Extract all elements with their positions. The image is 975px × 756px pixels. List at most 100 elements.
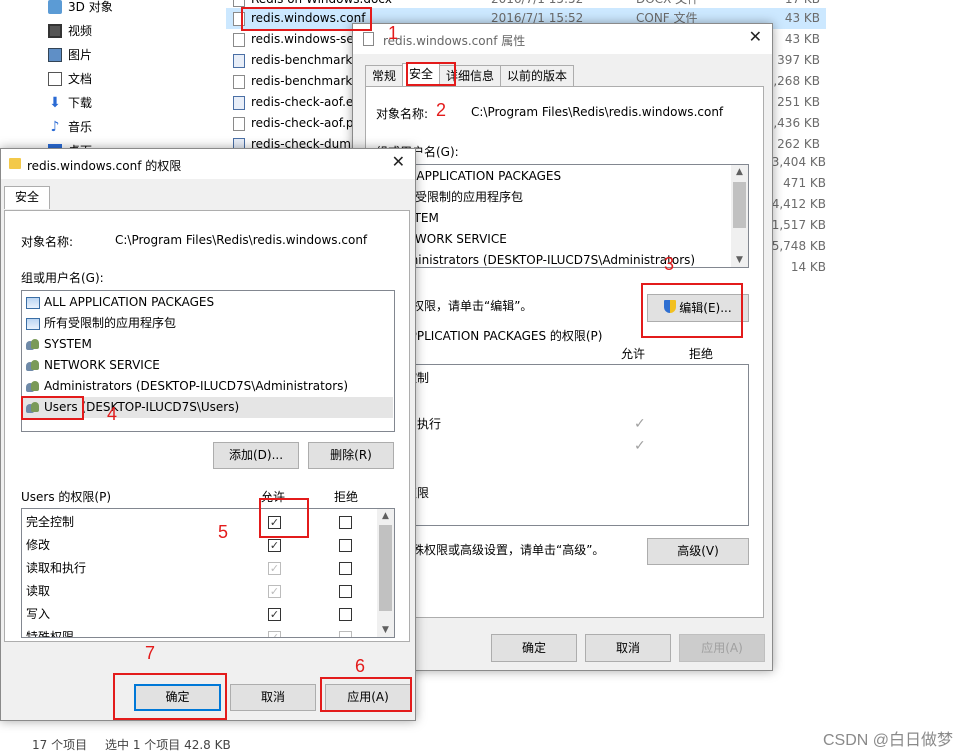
list-item: 修改 bbox=[26, 538, 51, 552]
cancel-button[interactable]: 取消 bbox=[585, 634, 671, 662]
deny-column: 拒绝 bbox=[689, 347, 714, 361]
file-icon bbox=[233, 75, 245, 89]
video-icon bbox=[48, 24, 62, 38]
document-icon bbox=[363, 32, 374, 46]
tab-security[interactable]: 安全 bbox=[4, 186, 51, 209]
annotation-number: 2 bbox=[436, 100, 447, 120]
tab-previous-versions[interactable]: 以前的版本 bbox=[500, 65, 575, 86]
allow-checkbox[interactable]: ✓ bbox=[268, 608, 281, 621]
apply-button[interactable]: 应用(A) bbox=[679, 634, 765, 662]
object-name-label: 对象名称: bbox=[376, 107, 429, 121]
permission-list[interactable]: 完全控制 修改 读取和执行 读取 写入 特殊权限 ✓ ✓ ✓ ✓ ✓ ✓ ▲ ▼ bbox=[21, 508, 395, 638]
ok-button[interactable]: 确定 bbox=[491, 634, 577, 662]
properties-titlebar: redis.windows.conf 属性 ✕ bbox=[353, 24, 772, 54]
file-icon bbox=[233, 0, 245, 7]
user-list[interactable]: ALL APPLICATION PACKAGES 所有受限制的应用程序包 SYS… bbox=[376, 164, 749, 268]
list-item: 特殊权限 bbox=[26, 630, 75, 638]
list-item: 读取 bbox=[26, 584, 51, 598]
permissions-title: redis.windows.conf 的权限 bbox=[27, 159, 182, 173]
file-icon bbox=[233, 33, 245, 47]
close-icon[interactable]: ✕ bbox=[392, 154, 405, 170]
permission-list: 完全控制 修改 读取和执行 读取 写入 特殊权限 ✓ ✓ bbox=[376, 364, 749, 526]
nav-item-documents[interactable]: 文档 bbox=[48, 68, 92, 90]
check-icon: ✓ bbox=[634, 438, 646, 454]
scroll-up-icon[interactable]: ▲ bbox=[377, 511, 394, 521]
list-item[interactable]: 所有受限制的应用程序包 bbox=[26, 313, 176, 334]
object-name-value: C:\Program Files\Redis\redis.windows.con… bbox=[471, 105, 724, 119]
annotation-number: 6 bbox=[355, 656, 366, 676]
permissions-titlebar: redis.windows.conf 的权限 ✕ bbox=[1, 149, 415, 179]
remove-button[interactable]: 删除(R) bbox=[308, 442, 394, 469]
package-icon bbox=[26, 317, 40, 330]
annotation-box-full-control bbox=[259, 498, 309, 538]
nav-item-pictures[interactable]: 图片 bbox=[48, 44, 92, 66]
security-panel: 对象名称: C:\Program Files\Redis\redis.windo… bbox=[365, 86, 764, 618]
allow-checkbox[interactable]: ✓ bbox=[268, 539, 281, 552]
allow-checkbox[interactable]: ✓ bbox=[268, 585, 281, 598]
annotation-box-apply bbox=[320, 677, 412, 712]
deny-checkbox[interactable] bbox=[339, 608, 352, 621]
users-icon bbox=[26, 338, 40, 351]
scroll-down-icon[interactable]: ▼ bbox=[731, 255, 748, 265]
scroll-down-icon[interactable]: ▼ bbox=[377, 625, 394, 635]
list-item: 读取和执行 bbox=[26, 561, 87, 575]
list-item: 完全控制 bbox=[26, 515, 75, 529]
file-icon bbox=[233, 117, 245, 131]
deny-checkbox[interactable] bbox=[339, 539, 352, 552]
exe-file-icon bbox=[233, 54, 245, 68]
annotation-box-security-tab bbox=[406, 62, 456, 86]
annotation-box-file bbox=[241, 7, 372, 31]
annotation-number: 3 bbox=[664, 254, 675, 274]
list-item[interactable]: Administrators (DESKTOP-ILUCD7S\Administ… bbox=[391, 250, 695, 267]
documents-icon bbox=[48, 72, 62, 86]
nav-item-3d-objects[interactable]: 3D 对象 bbox=[48, 0, 113, 18]
annotation-box-ok bbox=[113, 673, 227, 720]
cancel-button[interactable]: 取消 bbox=[230, 684, 316, 711]
scroll-thumb[interactable] bbox=[379, 525, 392, 611]
permissions-dialog: redis.windows.conf 的权限 ✕ 安全 对象名称: C:\Pro… bbox=[0, 148, 416, 721]
scroll-up-icon[interactable]: ▲ bbox=[731, 167, 748, 177]
music-icon: ♪ bbox=[50, 119, 60, 135]
list-item[interactable]: Administrators (DESKTOP-ILUCD7S\Administ… bbox=[26, 376, 348, 397]
group-label: 组或用户名(G): bbox=[21, 271, 104, 285]
list-item[interactable]: ALL APPLICATION PACKAGES bbox=[391, 166, 561, 187]
deny-checkbox[interactable] bbox=[339, 585, 352, 598]
folder-icon bbox=[9, 158, 21, 169]
list-item[interactable]: SYSTEM bbox=[26, 334, 92, 355]
exe-file-icon bbox=[233, 96, 245, 110]
annotation-box-edit bbox=[641, 283, 743, 338]
deny-column: 拒绝 bbox=[334, 490, 359, 504]
allow-checkbox[interactable]: ✓ bbox=[268, 631, 281, 637]
3d-objects-icon bbox=[48, 0, 62, 14]
download-icon: ⬇ bbox=[49, 95, 61, 111]
permission-list-scrollbar[interactable]: ▲ ▼ bbox=[377, 509, 394, 637]
permissions-panel: 对象名称: C:\Program Files\Redis\redis.windo… bbox=[4, 210, 410, 642]
advanced-button[interactable]: 高级(V) bbox=[647, 538, 749, 565]
annotation-number: 1 bbox=[388, 23, 399, 43]
annotation-number: 7 bbox=[145, 643, 156, 663]
item-count: 17 个项目 bbox=[32, 738, 88, 752]
nav-item-download[interactable]: ⬇ 下载 bbox=[48, 92, 92, 114]
pictures-icon bbox=[48, 48, 62, 62]
annotation-number: 5 bbox=[218, 522, 229, 542]
deny-checkbox[interactable] bbox=[339, 631, 352, 637]
users-icon bbox=[26, 359, 40, 372]
allow-column: 允许 bbox=[621, 347, 646, 361]
deny-checkbox[interactable] bbox=[339, 562, 352, 575]
allow-checkbox[interactable]: ✓ bbox=[268, 562, 281, 575]
properties-tabs: 常规 安全 详细信息 以前的版本 bbox=[365, 63, 575, 87]
nav-item-music[interactable]: ♪ 音乐 bbox=[48, 116, 92, 138]
list-item[interactable]: ALL APPLICATION PACKAGES bbox=[26, 292, 214, 313]
nav-item-video[interactable]: 视频 bbox=[48, 20, 92, 42]
deny-checkbox[interactable] bbox=[339, 516, 352, 529]
object-name-value: C:\Program Files\Redis\redis.windows.con… bbox=[115, 233, 368, 247]
list-item[interactable]: NETWORK SERVICE bbox=[26, 355, 160, 376]
object-name-label: 对象名称: bbox=[21, 235, 74, 249]
close-icon[interactable]: ✕ bbox=[749, 29, 762, 45]
watermark: CSDN @白日做梦 bbox=[822, 732, 953, 749]
add-button[interactable]: 添加(D)... bbox=[213, 442, 299, 469]
user-list-scrollbar[interactable]: ▲ ▼ bbox=[731, 165, 748, 267]
annotation-box-users bbox=[21, 396, 84, 420]
scroll-thumb[interactable] bbox=[733, 182, 746, 228]
tab-general[interactable]: 常规 bbox=[365, 65, 404, 86]
